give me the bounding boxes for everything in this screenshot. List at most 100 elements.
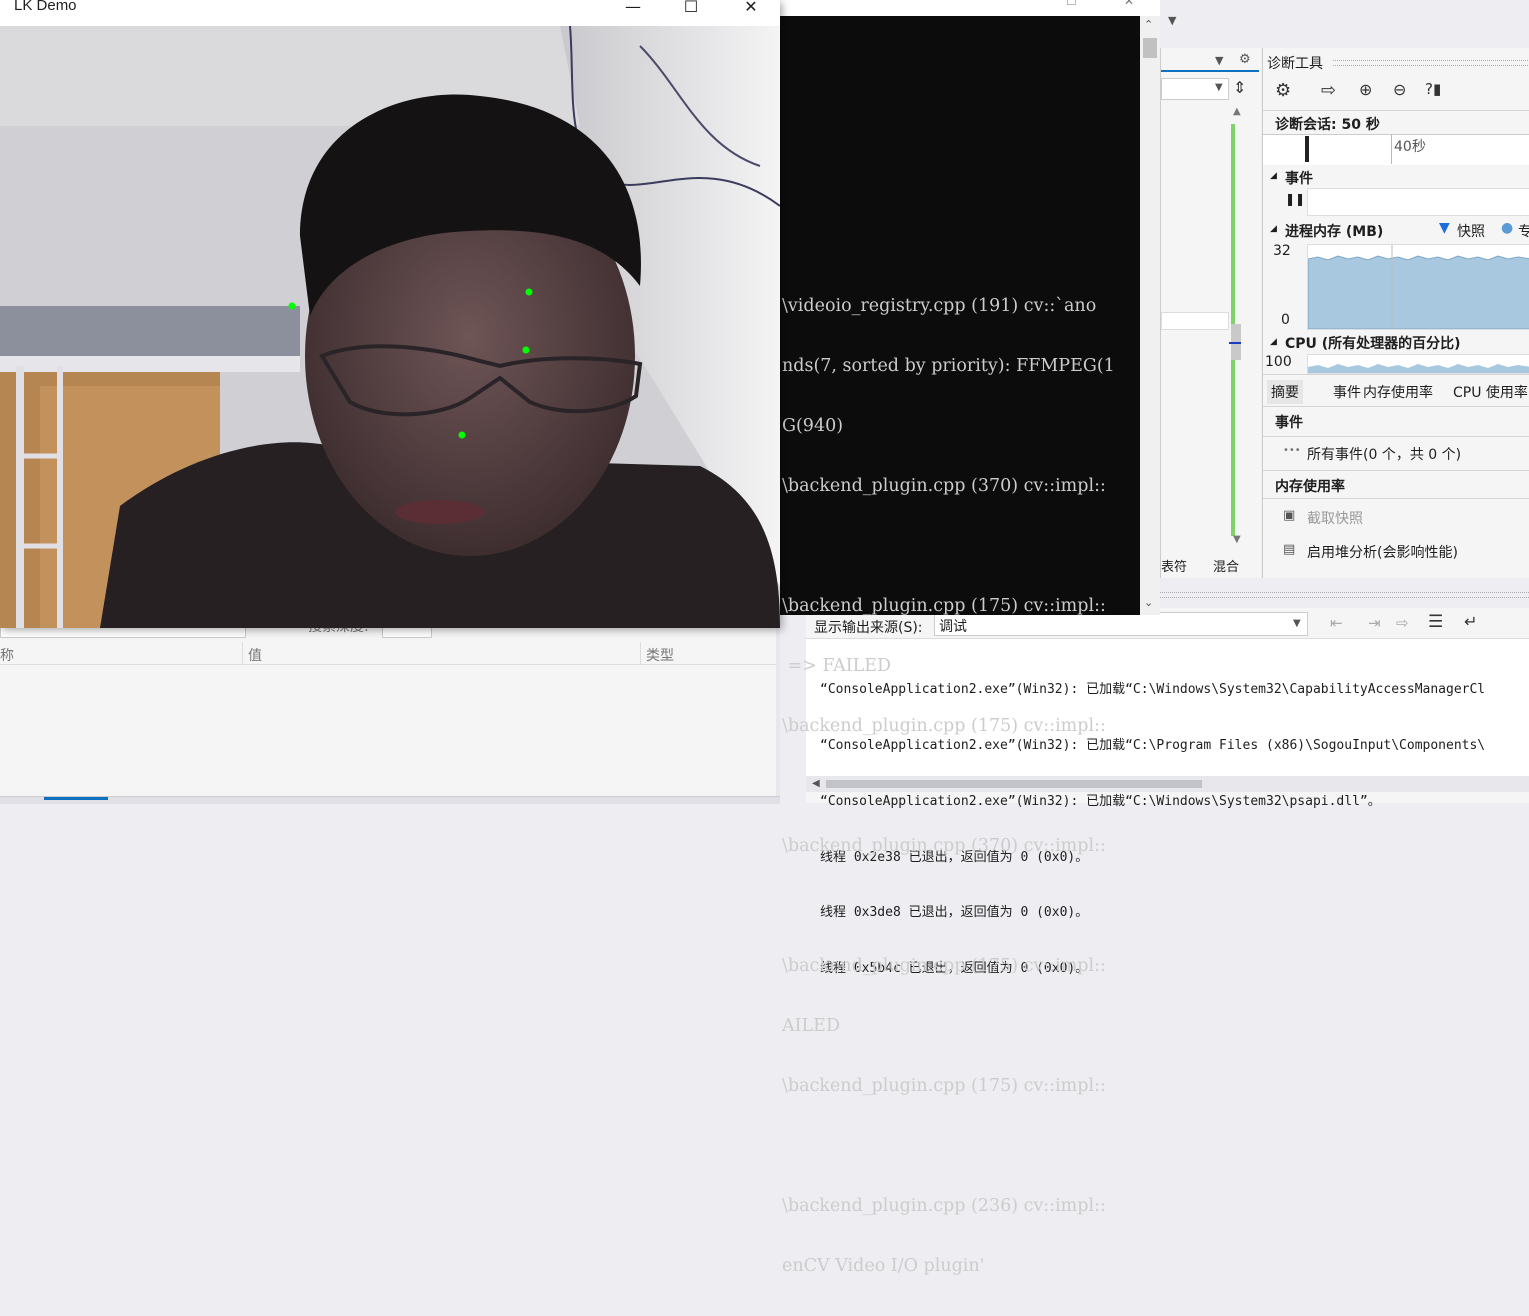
tracked-point [522, 346, 530, 354]
summary-events-title: 事件 [1275, 415, 1303, 431]
col-divider [640, 642, 641, 664]
console-line: AILED [782, 1016, 840, 1036]
maximize-icon[interactable]: ☐ [668, 0, 714, 22]
collapse-memory-icon[interactable]: ◢ [1270, 224, 1277, 234]
heap-analysis-link[interactable]: 启用堆分析(会影响性能) [1307, 542, 1458, 562]
console-maximize-icon[interactable]: ☐ [1066, 0, 1077, 8]
filter-dropdown-icon[interactable]: ▼ [1215, 82, 1223, 93]
private-legend-icon: ● [1501, 220, 1514, 236]
console-line: => FAILED [782, 656, 892, 676]
console-window: ☐ ✕ \videoio_registry.cpp (191) cv::`ano… [780, 0, 1160, 1276]
tab-memory-label: 内存使用率 [1363, 385, 1433, 401]
cpu-max: 100 [1265, 354, 1292, 370]
row-box [1161, 312, 1229, 330]
console-line: \backend_plugin.cpp (175) cv::impl:: [782, 956, 1106, 976]
col-divider [242, 642, 243, 664]
export-icon[interactable]: ⇨ [1321, 80, 1336, 101]
minimize-icon[interactable]: — [610, 0, 656, 22]
pin-dropdown-icon[interactable]: ▼ [1215, 54, 1223, 67]
cpu-graph [1307, 354, 1529, 374]
console-title-bar: ☐ ✕ [780, 0, 1160, 16]
dropdown-arrow-icon[interactable]: ▼ [1168, 14, 1176, 27]
cpu-graph-svg [1308, 364, 1529, 373]
pause-icon[interactable]: ❚❚ [1285, 192, 1305, 206]
memory-header[interactable]: 进程内存 (MB) [1285, 221, 1383, 241]
column-header-2[interactable]: 混合 [1213, 556, 1239, 575]
middle-panel: ▼ ⚙ ▼ ⇕ ▲ ▼ 表符 混合 [1160, 48, 1261, 578]
expand-icon[interactable]: ⇕ [1233, 78, 1246, 97]
camera-frame [0, 26, 780, 628]
header-line [0, 664, 776, 665]
zoom-in-icon[interactable]: ⊕ [1359, 80, 1372, 99]
console-line: enCV Video I/O plugin' [782, 1256, 985, 1276]
scrollbar-up-icon[interactable]: ▲ [1233, 106, 1241, 117]
memory-max: 32 [1273, 243, 1291, 259]
console-line: \backend_plugin.cpp (370) cv::impl:: [782, 476, 1106, 496]
timeline-cursor[interactable] [1305, 136, 1309, 162]
console-close-icon[interactable]: ✕ [1124, 0, 1134, 8]
console-line: \videoio_registry.cpp (191) cv::`ano [782, 296, 1097, 316]
console-scroll-down-icon[interactable]: ⌄ [1144, 596, 1153, 609]
lk-window-title: LK Demo [14, 0, 77, 14]
chart-icon[interactable]: ?▮ [1425, 80, 1441, 98]
col-name[interactable]: 称 [0, 645, 14, 665]
close-icon[interactable]: ✕ [728, 0, 774, 22]
console-scrollbar[interactable]: ⌃ ⌄ [1140, 16, 1160, 615]
settings-gear-icon[interactable]: ⚙ [1275, 80, 1291, 101]
panel-title: 诊断工具 [1267, 56, 1323, 72]
find-icon[interactable]: ⇨ [1396, 614, 1409, 632]
column-header-1[interactable]: 表符 [1161, 556, 1187, 575]
tab-cpu[interactable]: CPU 使用率 [1449, 380, 1529, 404]
vs-top-strip [1160, 0, 1529, 48]
locals-vscrollbar[interactable] [776, 628, 780, 796]
cpu-header[interactable]: CPU (所有处理器的百分比) [1285, 333, 1461, 353]
goto-next-icon[interactable]: ⇥ [1368, 614, 1381, 632]
title-grip [1333, 60, 1529, 66]
blue-marker [1229, 342, 1241, 344]
collapse-events-icon[interactable]: ◢ [1270, 171, 1277, 181]
session-label: 诊断会话: 50 秒 [1275, 117, 1380, 133]
tab-memory[interactable]: 内存使用率 [1359, 380, 1437, 404]
goto-prev-icon[interactable]: ⇤ [1330, 614, 1343, 632]
console-scroll-up-icon[interactable]: ⌃ [1144, 18, 1153, 31]
gear-icon[interactable]: ⚙ [1239, 52, 1251, 67]
memory-graph-svg [1307, 245, 1529, 330]
word-wrap-icon[interactable]: ↵ [1464, 612, 1477, 631]
console-line: \backend_plugin.cpp (175) cv::impl:: [782, 596, 1106, 616]
take-snapshot-link[interactable]: 截取快照 [1307, 508, 1363, 528]
console-line: nds(7, sorted by priority): FFMPEG(1 [782, 356, 1115, 376]
tab-cpu-label: CPU 使用率 [1453, 385, 1528, 401]
console-line: \backend_plugin.cpp (236) cv::impl:: [782, 1196, 1106, 1216]
col-type[interactable]: 类型 [646, 645, 674, 665]
diagnostic-tools-panel: 诊断工具 ⚙ ⇨ ⊕ ⊖ ?▮ 诊断会话: 50 秒 40秒 ◢ 事件 ❚❚ ◢… [1262, 48, 1529, 578]
console-scroll-thumb[interactable] [1143, 38, 1157, 58]
camera-icon: ▣ [1283, 508, 1296, 523]
lk-demo-window[interactable]: LK Demo — ☐ ✕ [0, 0, 780, 628]
memory-min: 0 [1281, 312, 1290, 328]
locals-pane: 搜索深度: 称 值 类型 [0, 618, 780, 804]
tab-summary-label: 摘要 [1271, 385, 1299, 401]
console-line: G(940) [782, 416, 844, 436]
all-events-link[interactable]: 所有事件(0 个，共 0 个) [1307, 444, 1461, 464]
col-value[interactable]: 值 [248, 645, 262, 665]
scrollbar-down-icon[interactable]: ▼ [1233, 534, 1241, 545]
collapse-cpu-icon[interactable]: ◢ [1270, 337, 1277, 347]
tab-summary[interactable]: 摘要 [1267, 380, 1303, 404]
memory-graph [1307, 244, 1529, 330]
events-header[interactable]: 事件 [1285, 168, 1313, 188]
private-legend: 专 [1518, 224, 1529, 240]
timeline-label: 40秒 [1394, 139, 1426, 155]
select-dropdown-icon[interactable]: ▼ [1293, 618, 1301, 629]
heap-icon: ▤ [1283, 542, 1296, 557]
lk-title-bar[interactable]: LK Demo — ☐ ✕ [0, 0, 780, 27]
camera-scene-svg [0, 26, 780, 628]
all-events-icon: ••• [1283, 445, 1301, 456]
timeline-tick [1391, 134, 1392, 164]
tracked-point [458, 431, 466, 439]
clear-all-icon[interactable]: ☰ [1428, 612, 1443, 632]
events-track [1307, 188, 1529, 216]
active-tab-indicator[interactable] [44, 797, 108, 800]
zoom-out-icon[interactable]: ⊖ [1393, 80, 1406, 99]
snapshot-legend-icon: ▼ [1439, 220, 1450, 236]
